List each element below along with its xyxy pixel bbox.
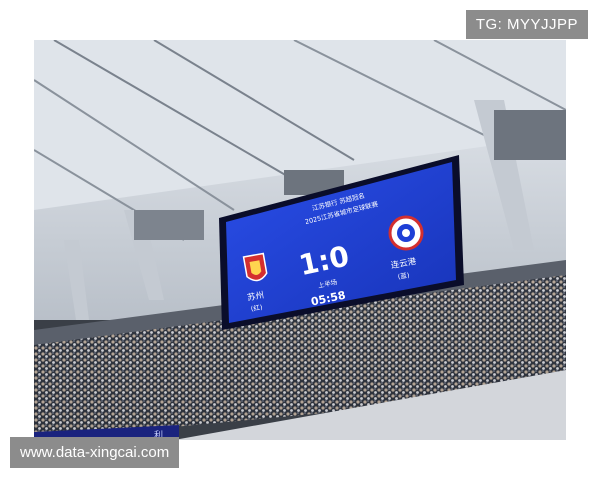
- website-watermark: www.data-xingcai.com: [10, 437, 180, 468]
- stadium-photo: 利 江苏银行 苏超冠名 2025江苏省城市足球联赛 苏州 (红) 1:0 上半场…: [34, 40, 566, 440]
- telegram-watermark: TG: MYYJJPP: [465, 10, 588, 39]
- away-team-crest: [388, 215, 424, 251]
